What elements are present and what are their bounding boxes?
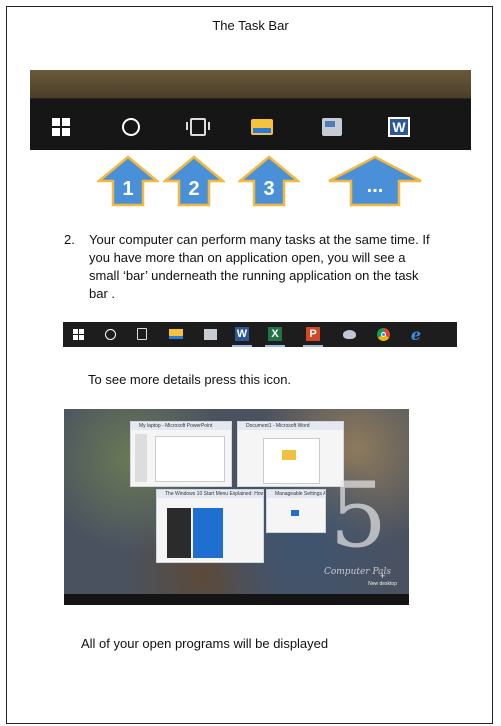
task-view-screenshot: My laptop - Microsoft PowerPoint Documen… <box>64 409 409 605</box>
screenshot-taskbar <box>64 594 409 605</box>
caption-details: To see more details press this icon. <box>88 372 292 387</box>
network-drive-icon[interactable] <box>203 327 217 341</box>
cortana-icon[interactable] <box>103 327 117 341</box>
plus-icon: + <box>379 571 386 581</box>
arrow-label-2: 2 <box>188 178 200 200</box>
window-title: Manageable Settings Apps <box>267 490 325 498</box>
window-title: My laptop - Microsoft PowerPoint <box>131 422 231 430</box>
task-view-icon[interactable] <box>186 116 210 138</box>
task-view-icon[interactable] <box>135 327 149 341</box>
word-icon[interactable]: W <box>235 327 249 341</box>
page-title: The Task Bar <box>212 18 289 33</box>
arrow-label-3: 3 <box>263 178 275 200</box>
paragraph-2: 2. Your computer can perform many tasks … <box>64 231 434 303</box>
start-icon[interactable] <box>50 116 72 138</box>
edge-icon[interactable]: e <box>409 325 423 344</box>
list-number: 2. <box>64 232 75 247</box>
watermark-number: 5 <box>329 463 387 568</box>
arrow-label-more: ... <box>366 175 384 197</box>
window-title: The Windows 10 Start Menu Explained: How… <box>157 490 263 498</box>
chrome-icon[interactable] <box>376 327 390 341</box>
window-thumbnail[interactable]: The Windows 10 Start Menu Explained: How… <box>156 489 264 563</box>
taskbar-small: W X P e <box>63 322 457 347</box>
new-desktop-label: New desktop <box>368 581 397 587</box>
paint-icon[interactable] <box>342 327 356 341</box>
arrow-more: ... <box>327 155 423 207</box>
taskbar-large: W <box>30 70 471 150</box>
start-icon[interactable] <box>71 327 85 341</box>
running-indicator-excel <box>265 345 285 347</box>
excel-icon[interactable]: X <box>268 327 282 341</box>
cortana-icon[interactable] <box>120 116 142 138</box>
running-indicator-powerpoint <box>303 345 323 347</box>
file-explorer-icon[interactable] <box>169 327 183 341</box>
powerpoint-icon[interactable]: P <box>306 327 320 341</box>
arrow-3: 3 <box>238 155 300 207</box>
file-explorer-icon[interactable] <box>251 116 273 138</box>
network-drive-icon[interactable] <box>321 116 343 138</box>
paragraph-text: Your computer can perform many tasks at … <box>89 232 430 301</box>
window-thumbnail[interactable]: My laptop - Microsoft PowerPoint <box>130 421 232 487</box>
arrow-1: 1 <box>97 155 159 207</box>
window-thumbnail[interactable]: Manageable Settings Apps <box>266 489 326 533</box>
new-desktop-button[interactable]: + New desktop <box>368 571 397 587</box>
arrow-2: 2 <box>163 155 225 207</box>
arrow-label-1: 1 <box>122 178 134 200</box>
word-icon[interactable]: W <box>388 116 410 138</box>
caption-programs: All of your open programs will be displa… <box>81 636 329 651</box>
window-title: Document1 - Microsoft Word <box>238 422 343 430</box>
running-indicator-word <box>232 345 252 347</box>
window-thumbnail[interactable]: Document1 - Microsoft Word <box>237 421 344 487</box>
